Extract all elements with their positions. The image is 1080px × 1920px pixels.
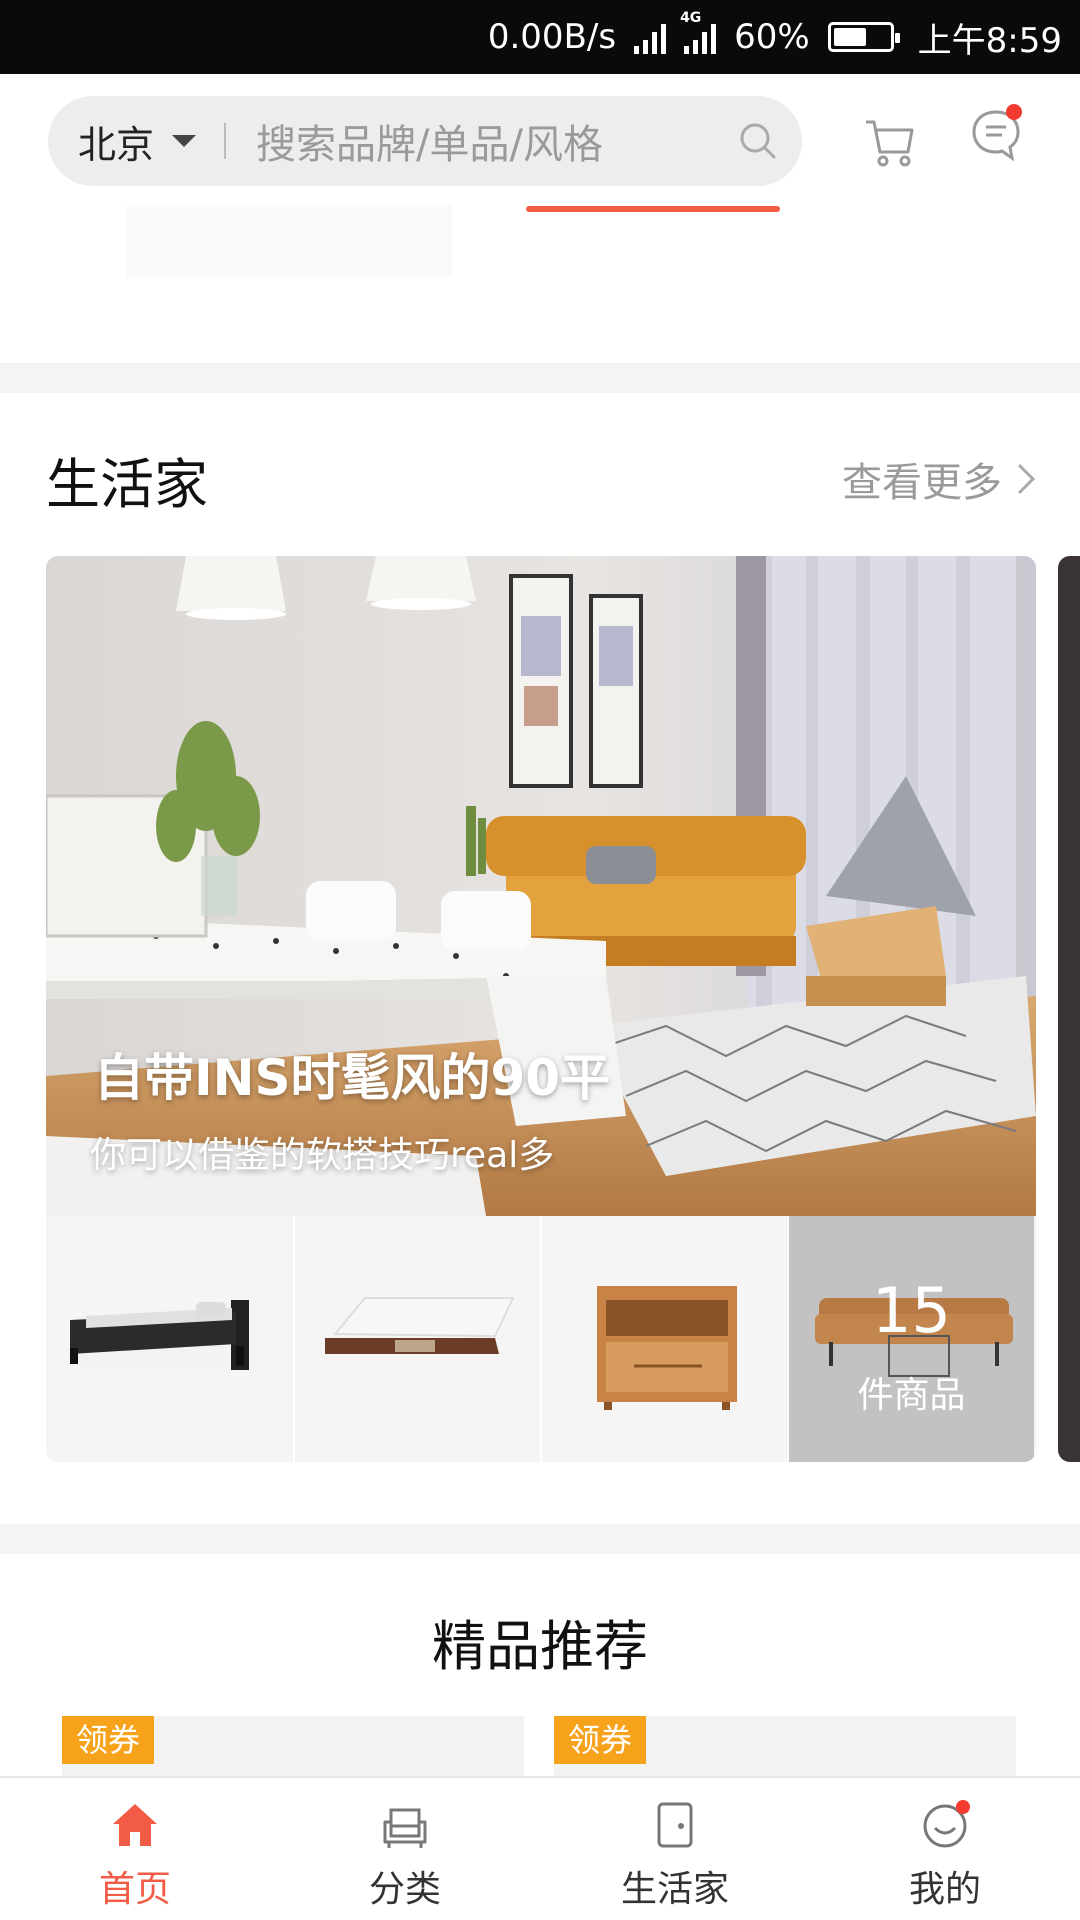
home-icon bbox=[113, 1804, 157, 1846]
message-badge bbox=[1006, 104, 1022, 120]
product-count-label: 件商品 bbox=[857, 1375, 966, 1416]
search-bar[interactable]: 北京 搜索品牌/单品/风格 bbox=[48, 96, 802, 186]
section-title-recommend: 精品推荐 bbox=[432, 1615, 648, 1678]
view-more-label: 查看更多 bbox=[842, 460, 1002, 506]
banner-placeholder bbox=[126, 205, 452, 277]
signal-icon bbox=[634, 20, 667, 54]
nightstand-icon bbox=[597, 1286, 737, 1410]
nav-category[interactable]: 分类 bbox=[270, 1778, 540, 1920]
search-input[interactable]: 搜索品牌/单品/风格 bbox=[256, 112, 738, 170]
nav-me[interactable]: 我的 bbox=[810, 1778, 1080, 1920]
section-divider-2 bbox=[0, 1524, 1080, 1554]
battery-icon bbox=[827, 22, 900, 52]
top-header: 北京 搜索品牌/单品/风格 bbox=[0, 74, 1080, 224]
section-divider bbox=[0, 363, 1080, 393]
product-card[interactable]: 领券 bbox=[554, 1716, 1016, 1776]
mattress-icon bbox=[325, 1297, 515, 1354]
nav-home[interactable]: 首页 bbox=[0, 1778, 270, 1920]
door-icon bbox=[657, 1802, 693, 1848]
product-thumbnails: 15 件商品 bbox=[46, 1216, 1036, 1462]
coupon-tag: 领券 bbox=[62, 1716, 155, 1764]
city-label: 北京 bbox=[78, 122, 155, 167]
bed-icon bbox=[70, 1300, 249, 1370]
bottom-nav: 首页 分类 生活家 我的 bbox=[0, 1776, 1080, 1920]
chevron-right-icon bbox=[1017, 463, 1036, 495]
caret-down-icon bbox=[172, 135, 197, 147]
nav-label: 分类 bbox=[368, 1869, 441, 1910]
section-title-life: 生活家 bbox=[46, 453, 208, 516]
search-divider bbox=[224, 123, 227, 159]
4g-signal-icon: 4G bbox=[680, 10, 717, 54]
battery-percent: 60% bbox=[734, 17, 810, 57]
nav-life[interactable]: 生活家 bbox=[540, 1778, 810, 1920]
product-thumb-mattress[interactable] bbox=[293, 1216, 540, 1462]
network-type: 4G bbox=[680, 10, 702, 26]
product-card[interactable]: 领券 bbox=[62, 1716, 524, 1776]
cart-icon[interactable] bbox=[862, 114, 918, 170]
product-count-tile[interactable]: 15 件商品 bbox=[787, 1216, 1034, 1462]
active-tab-indicator bbox=[526, 206, 780, 212]
living-room-photo[interactable] bbox=[46, 556, 1036, 1216]
clock: 上午8:59 bbox=[917, 20, 1062, 61]
sofa-icon bbox=[383, 1808, 427, 1848]
product-thumb-nightstand[interactable] bbox=[540, 1216, 787, 1462]
network-speed: 0.00B/s bbox=[487, 17, 617, 57]
coupon-tag: 领券 bbox=[554, 1716, 647, 1764]
profile-badge bbox=[956, 1800, 970, 1814]
nav-label: 生活家 bbox=[620, 1869, 729, 1910]
city-selector[interactable]: 北京 bbox=[48, 114, 197, 169]
life-card[interactable]: 自带INS时髦风的90平 你可以借鉴的软搭技巧real多 15 件商品 bbox=[46, 556, 1036, 1462]
status-bar: 0.00B/s 4G 60% 上午8:59 bbox=[0, 0, 1080, 74]
next-card-peek[interactable] bbox=[1058, 556, 1080, 1462]
product-thumb-bed[interactable] bbox=[46, 1216, 293, 1462]
nav-label: 我的 bbox=[908, 1869, 981, 1910]
card-subtitle: 你可以借鉴的软搭技巧real多 bbox=[90, 1135, 555, 1176]
view-more-link[interactable]: 查看更多 bbox=[842, 450, 1036, 508]
product-count: 15 bbox=[872, 1274, 951, 1347]
card-title: 自带INS时髦风的90平 bbox=[94, 1049, 611, 1107]
search-icon[interactable] bbox=[738, 121, 778, 161]
nav-label: 首页 bbox=[98, 1869, 171, 1910]
